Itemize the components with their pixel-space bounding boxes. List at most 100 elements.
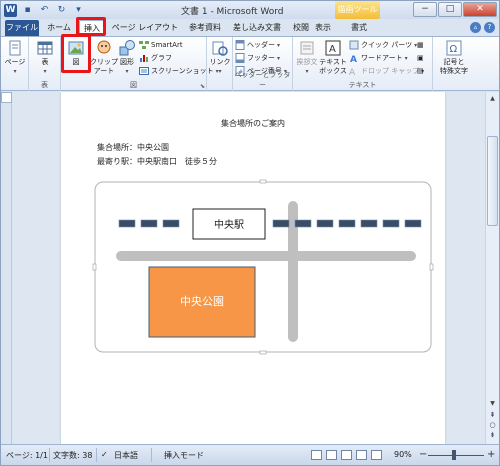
textbox-button[interactable]: A テキスト ボックス [319, 39, 347, 76]
zoom-level[interactable]: 90% [394, 450, 412, 459]
outline-view-icon[interactable] [356, 450, 367, 460]
clipart-icon [97, 40, 111, 54]
chart-label: グラフ [151, 54, 172, 62]
symbols-button[interactable]: Ω 記号と 特殊文字 [435, 39, 473, 76]
proofing-icon[interactable]: ✓ [101, 450, 108, 459]
park-label: 中央公園 [180, 295, 224, 308]
customize-qat-icon[interactable]: ▾ [72, 4, 85, 17]
ruler-toggle-button[interactable] [1, 92, 12, 103]
railway-segment [338, 219, 356, 228]
tab-references[interactable]: 参考資料 [185, 20, 225, 36]
help-buttons: ▵ ? [470, 22, 495, 33]
header-button[interactable]: ヘッダー ▾ [235, 39, 280, 51]
status-mode[interactable]: 挿入モード [164, 450, 204, 461]
railway-segment [272, 219, 290, 228]
tab-mailings[interactable]: 差し込み文書 [229, 20, 285, 36]
links-button[interactable]: リンク ▾ [209, 39, 231, 76]
zoom-in-button[interactable]: + [487, 449, 495, 460]
svg-text:Ω: Ω [450, 44, 458, 55]
group-label-text: テキスト [348, 81, 377, 89]
map-drawing[interactable]: 中央駅 中央公園 [61, 92, 445, 444]
shapes-icon [119, 40, 135, 56]
smartart-icon [139, 41, 149, 49]
object-icon[interactable]: ▤ [417, 65, 424, 77]
link-icon [212, 41, 228, 56]
screenshot-label: スクリーンショット [151, 67, 214, 75]
scroll-up-arrow-icon[interactable]: ▲ [487, 93, 498, 104]
tab-file[interactable]: ファイル [5, 20, 39, 36]
railway-segment [382, 219, 400, 228]
document-page[interactable]: 集合場所のご案内 集合場所：中央公園 最寄り駅：中央駅南口 徒歩５分 中央駅 中… [61, 92, 445, 444]
textbox-icon: A [325, 40, 341, 56]
header-icon [235, 40, 245, 50]
chart-button[interactable]: グラフ [139, 52, 172, 64]
group-symbols: Ω 記号と 特殊文字 [433, 37, 473, 91]
scroll-down-arrow-icon[interactable]: ▼ [487, 398, 498, 409]
previous-page-icon[interactable]: ⇞ [487, 410, 498, 420]
quick-parts-button[interactable]: クイック パーツ ▾ [349, 39, 417, 51]
window-controls: − □ ✕ [413, 2, 497, 17]
zoom-out-button[interactable]: − [419, 449, 427, 460]
save-icon[interactable]: ▪ [21, 4, 34, 17]
shapes-button[interactable]: 図形 ▾ [117, 39, 137, 76]
print-layout-view-icon[interactable] [311, 450, 322, 460]
date-time-icon[interactable]: ▣ [417, 52, 424, 64]
header-label: ヘッダー [247, 41, 275, 49]
word-app-icon[interactable]: W [4, 3, 17, 17]
status-page[interactable]: ページ: 1/1 [6, 450, 48, 461]
railway-line [118, 219, 422, 228]
smartart-label: SmartArt [151, 41, 183, 49]
dropcap-button[interactable]: A ドロップ キャップ ▾ [349, 65, 424, 77]
redo-icon[interactable]: ↻ [55, 4, 68, 17]
page-button[interactable]: ページ ▾ [4, 39, 26, 76]
screenshot-icon [139, 67, 149, 75]
browse-object-icon[interactable]: ○ [487, 420, 498, 430]
comment-button[interactable]: 挨拶文 ▾ [295, 39, 319, 76]
textbox-label: テキスト ボックス [319, 58, 347, 75]
tab-page-layout[interactable]: ページ レイアウト [109, 20, 181, 36]
table-button[interactable]: 表 ▾ [34, 39, 56, 76]
document-area: 集合場所のご案内 集合場所：中央公園 最寄り駅：中央駅南口 徒歩５分 中央駅 中… [13, 92, 485, 444]
zoom-slider[interactable] [428, 455, 484, 456]
illustrations-launcher-icon[interactable]: ⬊ [200, 83, 205, 90]
svg-text:A: A [350, 55, 357, 63]
tab-view[interactable]: 表示 [311, 20, 335, 36]
minimize-button[interactable]: − [413, 2, 437, 17]
signature-line-icon[interactable]: ▦ [417, 39, 424, 51]
wordart-button[interactable]: A ワードアート ▾ [349, 52, 408, 64]
group-label-table: 表 [41, 81, 48, 89]
group-label-illustrations: 図 [130, 81, 137, 89]
group-label-header-footer: ヘッダーとフッター [234, 71, 291, 89]
railway-segment [140, 219, 158, 228]
group-text: 挨拶文 ▾ A テキスト ボックス クイック パーツ ▾ A ワードアート ▾ … [293, 37, 433, 91]
next-page-icon[interactable]: ⇟ [487, 430, 498, 440]
footer-label: フッター [247, 54, 275, 62]
group-links: リンク ▾ [207, 37, 233, 91]
svg-text:A: A [349, 68, 356, 76]
word-window: W ▪ ↶ ↻ ▾ 文書 1 - Microsoft Word 描画ツール − … [0, 0, 500, 466]
status-language[interactable]: 日本語 [114, 450, 138, 461]
drawing-tools-context-label: 描画ツール [335, 1, 380, 19]
links-label: リンク [209, 58, 231, 66]
dropcap-icon: A [349, 68, 356, 76]
scroll-thumb[interactable] [487, 136, 498, 226]
railway-segment [118, 219, 136, 228]
vertical-scrollbar[interactable]: ▲ ▼ ⇞ ○ ⇟ [485, 92, 499, 444]
smartart-button[interactable]: SmartArt [139, 39, 183, 51]
status-word-count[interactable]: 文字数: 38 [53, 450, 92, 461]
maximize-button[interactable]: □ [438, 2, 462, 17]
zoom-slider-thumb[interactable] [452, 450, 456, 460]
undo-icon[interactable]: ↶ [38, 4, 51, 17]
ribbon-collapse-icon[interactable]: ▵ [470, 22, 481, 33]
clipart-button[interactable]: クリップ アート [90, 39, 118, 76]
footer-button[interactable]: フッター ▾ [235, 52, 280, 64]
web-layout-view-icon[interactable] [341, 450, 352, 460]
close-button[interactable]: ✕ [463, 2, 497, 17]
help-icon[interactable]: ? [484, 22, 495, 33]
draft-view-icon[interactable] [371, 450, 382, 460]
tab-review[interactable]: 校閲 [289, 20, 313, 36]
page-label: ページ [4, 58, 26, 66]
tab-format[interactable]: 書式 [341, 20, 377, 36]
full-screen-view-icon[interactable] [326, 450, 337, 460]
dropcap-label: ドロップ キャップ [361, 67, 420, 75]
